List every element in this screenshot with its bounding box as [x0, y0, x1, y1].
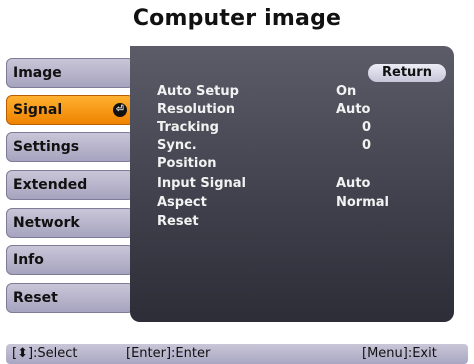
menu-item-image[interactable]: Image	[6, 58, 134, 88]
row-value-sync: 0	[362, 138, 372, 153]
menu-item-label: Settings	[13, 139, 80, 155]
row-label-resolution[interactable]: Resolution	[157, 101, 235, 119]
select-hint: [⬍]:Select	[12, 346, 78, 361]
menu-item-label: Signal	[13, 102, 63, 118]
row-value-auto-setup: On	[336, 84, 357, 99]
menu-item-label: Reset	[13, 290, 58, 306]
menu-item-settings[interactable]: Settings	[6, 132, 134, 162]
help-bar: [⬍]:Select [Enter]:Enter [Menu]:Exit	[6, 344, 468, 364]
row-label-tracking[interactable]: Tracking	[157, 119, 219, 137]
row-value-tracking: 0	[362, 120, 372, 135]
menu-item-reset[interactable]: Reset	[6, 283, 134, 313]
row-value-resolution: Auto	[336, 102, 371, 117]
row-label-position[interactable]: Position	[157, 155, 217, 173]
menu-item-signal[interactable]: Signal ⏎	[6, 95, 134, 125]
menu-item-info[interactable]: Info	[6, 245, 134, 275]
menu-item-network[interactable]: Network	[6, 208, 134, 238]
row-label-auto-setup[interactable]: Auto Setup	[157, 83, 239, 101]
row-label-aspect[interactable]: Aspect	[157, 194, 207, 212]
menu-item-label: Extended	[13, 177, 88, 193]
menu-item-label: Info	[13, 252, 44, 268]
row-label-reset[interactable]: Reset	[157, 213, 199, 231]
enter-hint: [Enter]:Enter	[126, 346, 211, 361]
row-value-input-signal: Auto	[336, 176, 371, 191]
exit-hint: [Menu]:Exit	[362, 346, 437, 361]
menu-item-label: Network	[13, 215, 80, 231]
menu-item-label: Image	[13, 65, 62, 81]
enter-icon: ⏎	[113, 103, 127, 117]
row-value-aspect: Normal	[336, 195, 389, 210]
menu-item-extended[interactable]: Extended	[6, 170, 134, 200]
page-title: Computer image	[132, 6, 342, 31]
row-label-input-signal[interactable]: Input Signal	[157, 175, 246, 193]
return-button[interactable]: Return	[368, 64, 446, 82]
row-label-sync[interactable]: Sync.	[157, 137, 197, 155]
